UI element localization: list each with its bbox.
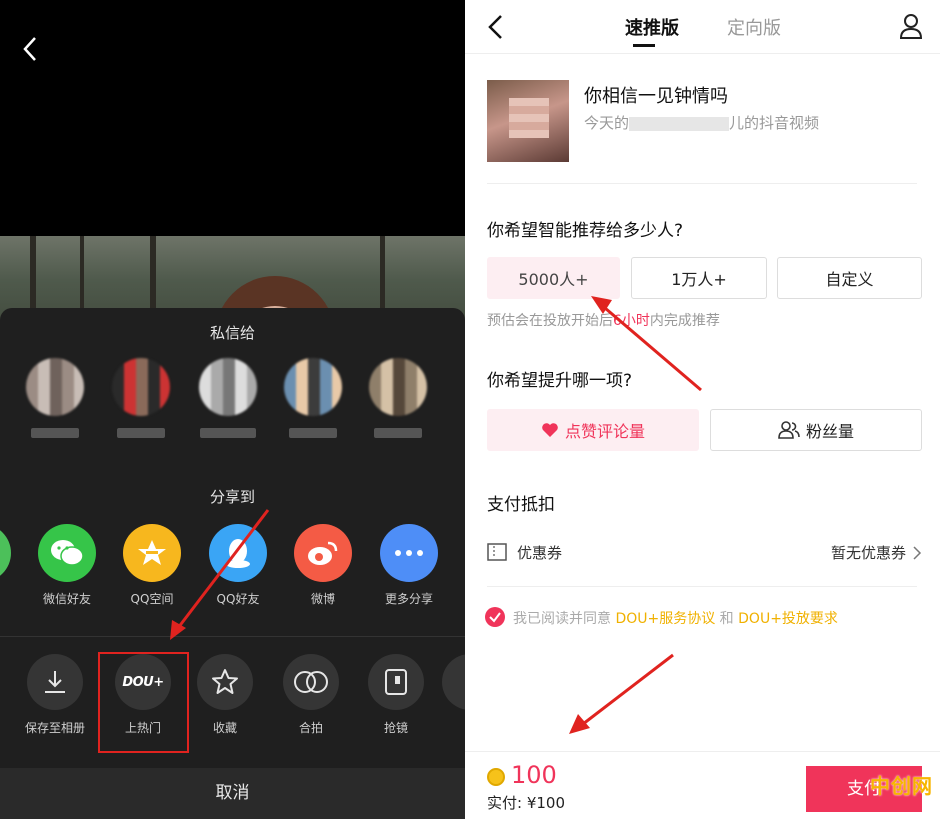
watermark: 中创网 <box>870 774 933 798</box>
share-panel: 私信给 分享到 微信好友 QQ空间 QQ好友 微博 更多分享 保存至相册 DOU… <box>0 0 465 819</box>
dou-plus-panel: 速推版 定向版 你相信一见钟情吗 今天的 儿的抖音视频 你希望智能推荐给多少人? … <box>465 0 940 819</box>
annotation-arrow <box>569 296 702 734</box>
annotation-arrow <box>170 509 270 640</box>
